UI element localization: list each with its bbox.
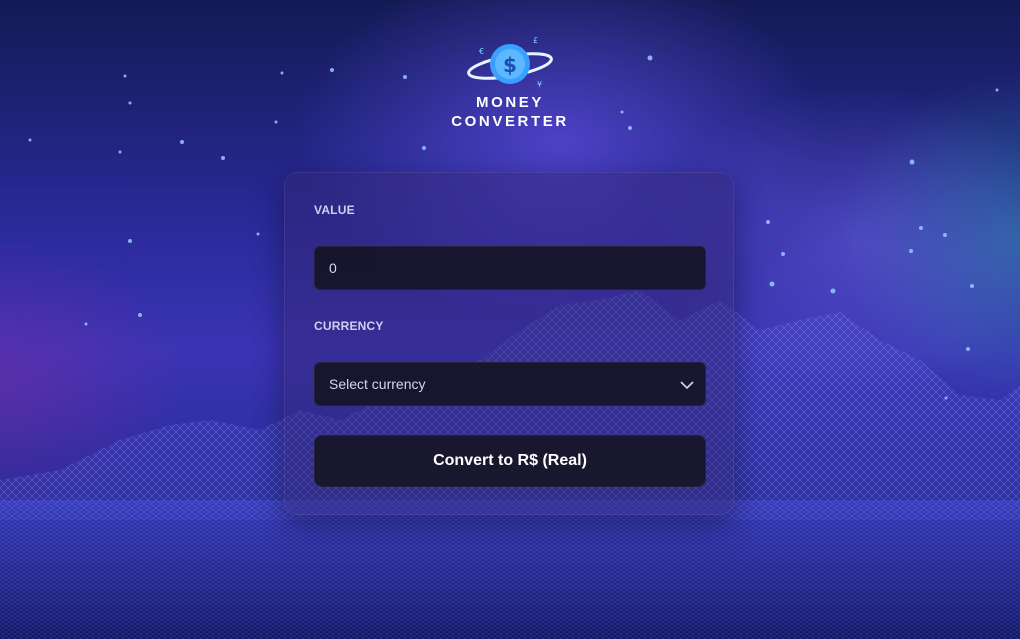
convert-button[interactable]: Convert to R$ (Real) xyxy=(314,435,706,487)
converter-card: VALUE 0 CURRENCY Select currency Convert… xyxy=(284,172,734,515)
currency-select-value: Select currency xyxy=(329,376,426,392)
value-label: VALUE xyxy=(314,203,355,217)
svg-text:€: € xyxy=(479,47,484,56)
svg-text:¥: ¥ xyxy=(537,80,542,89)
value-input[interactable]: 0 xyxy=(314,246,706,290)
logo-line-2: CONVERTER xyxy=(451,113,569,130)
currency-label: CURRENCY xyxy=(314,319,384,333)
app-logo: $ € £ ¥ MONEY CONVERTER xyxy=(440,34,580,130)
currency-select[interactable]: Select currency xyxy=(314,362,706,406)
logo-line-1: MONEY xyxy=(475,94,544,111)
chevron-down-icon xyxy=(680,381,694,390)
svg-text:£: £ xyxy=(533,36,538,45)
money-planet-icon: $ € £ ¥ xyxy=(467,36,553,89)
svg-text:$: $ xyxy=(503,53,517,77)
